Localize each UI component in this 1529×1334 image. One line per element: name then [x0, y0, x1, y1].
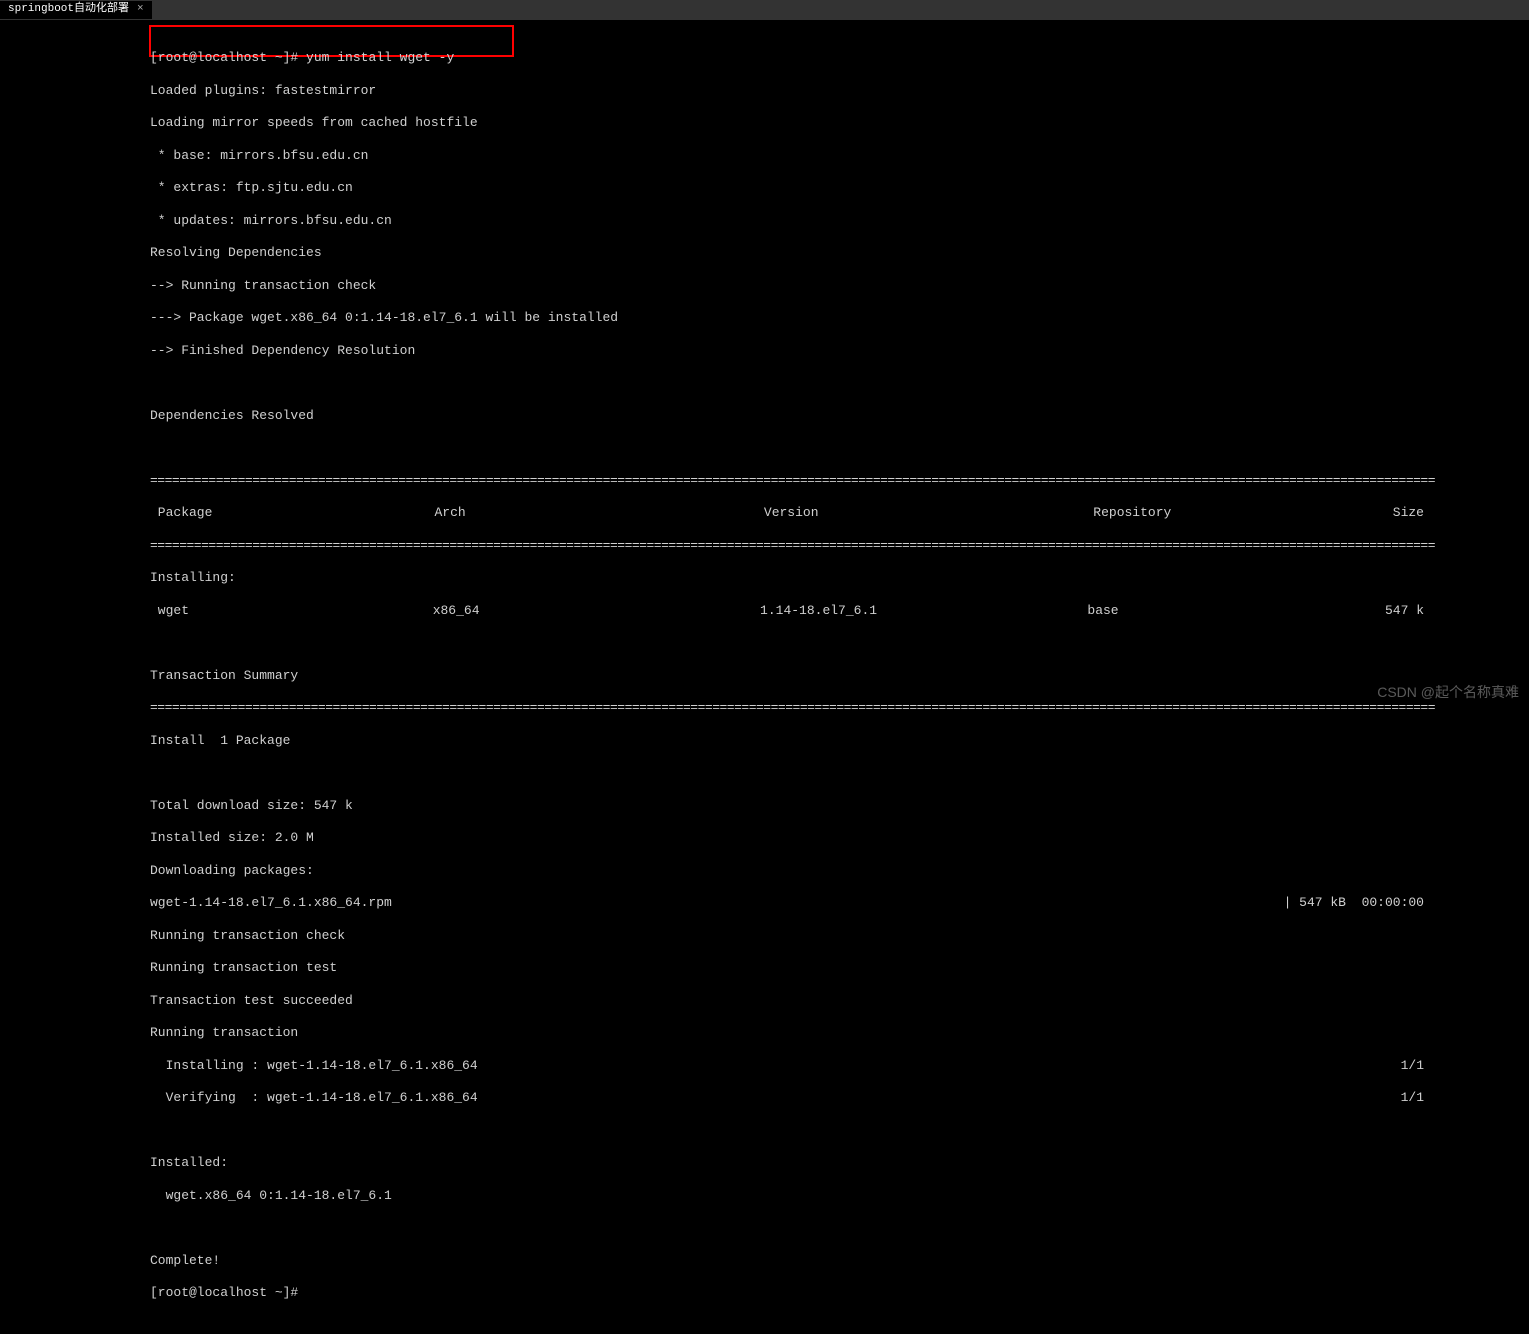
table-header-row: Package Arch Version Repository Size — [150, 505, 1529, 521]
table-row: wget x86_64 1.14-18.el7_6.1 base 547 k — [150, 603, 1529, 619]
header-size: Size — [1393, 505, 1529, 521]
output-line: Loading mirror speeds from cached hostfi… — [150, 115, 1529, 131]
output-line: Running transaction test — [150, 960, 1529, 976]
cell-package: wget — [150, 603, 433, 619]
cell-repository: base — [1087, 603, 1385, 619]
verifying-step: Verifying : wget-1.14-18.el7_6.1.x86_64 — [150, 1090, 478, 1106]
prompt: [root@localhost ~]# — [150, 50, 306, 65]
command-text: yum install wget -y — [306, 50, 454, 65]
cell-size: 547 k — [1385, 603, 1529, 619]
output-line: Downloading packages: — [150, 863, 1529, 879]
close-icon[interactable]: × — [137, 3, 144, 17]
header-package: Package — [150, 505, 434, 521]
terminal-area[interactable]: [root@localhost ~]# yum install wget -y … — [0, 20, 1529, 1334]
command-line: [root@localhost ~]# yum install wget -y — [150, 50, 1529, 66]
output-line — [150, 635, 1529, 651]
verify-progress-row: Verifying : wget-1.14-18.el7_6.1.x86_64 … — [150, 1090, 1529, 1106]
verify-ratio: 1/1 — [1401, 1090, 1424, 1106]
header-version: Version — [764, 505, 1093, 521]
install-progress-row: Installing : wget-1.14-18.el7_6.1.x86_64… — [150, 1058, 1529, 1074]
output-line: Transaction Summary — [150, 668, 1529, 684]
output-line: Running transaction — [150, 1025, 1529, 1041]
output-line: Total download size: 547 k — [150, 798, 1529, 814]
output-line: * extras: ftp.sjtu.edu.cn — [150, 180, 1529, 196]
separator: ========================================… — [150, 700, 1529, 716]
separator: ========================================… — [150, 473, 1529, 489]
final-prompt: [root@localhost ~]# — [150, 1285, 1529, 1301]
output-line — [150, 1123, 1529, 1139]
output-line: Installing: — [150, 570, 1529, 586]
output-line: Transaction test succeeded — [150, 993, 1529, 1009]
output-line: Installed size: 2.0 M — [150, 830, 1529, 846]
cell-version: 1.14-18.el7_6.1 — [760, 603, 1087, 619]
download-progress-row: wget-1.14-18.el7_6.1.x86_64.rpm | 547 kB… — [150, 895, 1529, 911]
output-line: Complete! — [150, 1253, 1529, 1269]
rpm-filename: wget-1.14-18.el7_6.1.x86_64.rpm — [150, 895, 392, 911]
cell-arch: x86_64 — [433, 603, 760, 619]
output-line — [150, 765, 1529, 781]
separator: ========================================… — [150, 538, 1529, 554]
download-speed: | 547 kB 00:00:00 — [1284, 895, 1424, 911]
output-line: wget.x86_64 0:1.14-18.el7_6.1 — [150, 1188, 1529, 1204]
terminal-content: [root@localhost ~]# yum install wget -y … — [0, 22, 1529, 1334]
output-line — [150, 1220, 1529, 1236]
header-repository: Repository — [1093, 505, 1392, 521]
output-line: * updates: mirrors.bfsu.edu.cn — [150, 213, 1529, 229]
header-arch: Arch — [434, 505, 763, 521]
output-line — [150, 440, 1529, 456]
output-line: Loaded plugins: fastestmirror — [150, 83, 1529, 99]
watermark: CSDN @起个名称真难 — [1377, 684, 1519, 702]
output-line: Dependencies Resolved — [150, 408, 1529, 424]
installing-step: Installing : wget-1.14-18.el7_6.1.x86_64 — [150, 1058, 478, 1074]
output-line: --> Finished Dependency Resolution — [150, 343, 1529, 359]
tab-bar: springboot自动化部署 × — [0, 0, 1529, 20]
tab-title: springboot自动化部署 — [8, 3, 129, 17]
output-line: ---> Package wget.x86_64 0:1.14-18.el7_6… — [150, 310, 1529, 326]
output-line: Install 1 Package — [150, 733, 1529, 749]
output-line: --> Running transaction check — [150, 278, 1529, 294]
output-line: Installed: — [150, 1155, 1529, 1171]
install-ratio: 1/1 — [1401, 1058, 1424, 1074]
output-line: Running transaction check — [150, 928, 1529, 944]
terminal-tab[interactable]: springboot自动化部署 × — [0, 1, 152, 19]
output-line: Resolving Dependencies — [150, 245, 1529, 261]
output-line — [150, 375, 1529, 391]
output-line: * base: mirrors.bfsu.edu.cn — [150, 148, 1529, 164]
